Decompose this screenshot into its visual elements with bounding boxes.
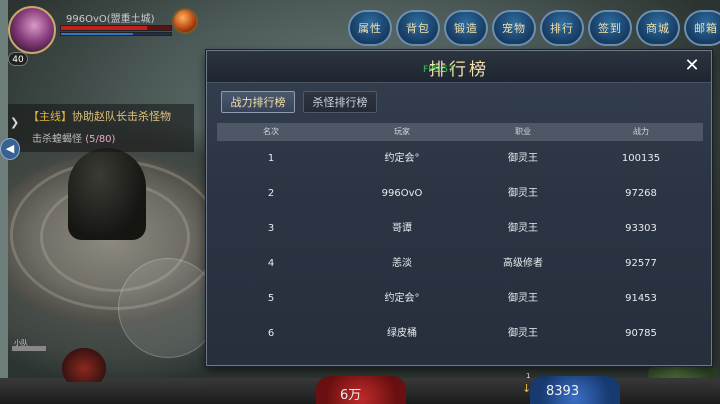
column-job: 职业	[515, 127, 531, 136]
player-name: 996OvO(盟重土城)	[66, 14, 155, 25]
player-cell: 恙淡	[392, 258, 412, 269]
power-cell: 92577	[625, 258, 657, 269]
small-badge: 1	[526, 372, 531, 380]
rank-cell: 4	[267, 258, 275, 269]
fps-counter: FPS:57	[423, 65, 454, 75]
team-hp-bar	[12, 346, 46, 351]
hp-bar-fill	[61, 26, 147, 30]
menu-button[interactable]: 排行	[540, 10, 584, 46]
quest-objective-text: 击杀蝗蝎怪	[32, 134, 82, 145]
player-cell: 996OvO	[381, 188, 423, 199]
tab-kill-rank[interactable]: 杀怪排行榜	[303, 91, 377, 113]
menu-button[interactable]: 锻造	[444, 10, 488, 46]
column-player: 玩家	[394, 127, 410, 136]
close-button[interactable]: ✕	[681, 55, 703, 77]
quest-tag: 【主线】	[28, 110, 72, 123]
enemy-figure	[62, 348, 106, 382]
side-expand-button[interactable]: ◀	[0, 138, 20, 160]
rank-panel: 排行榜 FPS:57 ✕ 战力排行榜 杀怪排行榜 名次 玩家 职业 战力 1 约定…	[206, 50, 712, 366]
rank-cell: 3	[267, 223, 275, 234]
rank-cell: 1	[267, 153, 275, 164]
rank-row[interactable]: 1 约定会° 御灵王 100135	[217, 141, 703, 176]
rank-panel-title: 排行榜	[429, 60, 489, 80]
menu-button[interactable]: 签到	[588, 10, 632, 46]
top-menu: 属性 背包 锻造 宠物 排行 签到 商城 邮箱	[348, 10, 720, 46]
menu-button[interactable]: 宠物	[492, 10, 536, 46]
job-cell: 御灵王	[508, 153, 538, 164]
player-level-badge: 40	[8, 52, 28, 66]
rank-row[interactable]: 5 约定会° 御灵王 91453	[217, 281, 703, 316]
mp-bar-fill	[61, 33, 133, 35]
rank-row[interactable]: 4 恙淡 高级修者 92577	[217, 246, 703, 281]
rank-table-header: 名次 玩家 职业 战力	[217, 123, 703, 141]
player-cell: 约定会°	[384, 293, 420, 304]
power-cell: 93303	[625, 223, 657, 234]
power-cell: 97268	[625, 188, 657, 199]
rank-cell: 5	[267, 293, 275, 304]
menu-button[interactable]: 商城	[636, 10, 680, 46]
player-cell: 绿皮桶	[387, 328, 417, 339]
statue	[68, 148, 146, 240]
tab-power-rank[interactable]: 战力排行榜	[221, 91, 295, 113]
quest-arrow-icon: ❯	[10, 116, 20, 129]
job-cell: 御灵王	[508, 188, 538, 199]
menu-button[interactable]: 邮箱	[684, 10, 720, 46]
mp-globe-value: 8393	[546, 384, 580, 399]
column-power: 战力	[633, 127, 649, 136]
scene-edge	[0, 0, 8, 404]
menu-button[interactable]: 背包	[396, 10, 440, 46]
rank-cell: 6	[267, 328, 275, 339]
quest-progress: (5/80)	[85, 134, 116, 145]
mp-bar	[60, 32, 172, 36]
player-avatar[interactable]	[8, 6, 56, 54]
power-cell: 100135	[621, 153, 661, 164]
job-cell: 高级修者	[503, 258, 543, 269]
fire-orb-icon[interactable]	[172, 8, 198, 34]
job-cell: 御灵王	[508, 293, 538, 304]
column-rank: 名次	[263, 127, 279, 136]
quest-title: 【主线】协助赵队长击杀怪物	[28, 108, 171, 124]
quest-title-text: 协助赵队长击杀怪物	[72, 110, 171, 123]
player-cell: 哥谭	[392, 223, 412, 234]
power-cell: 91453	[625, 293, 657, 304]
rank-cell: 2	[267, 188, 275, 199]
menu-button[interactable]: 属性	[348, 10, 392, 46]
player-cell: 约定会°	[384, 153, 420, 164]
job-cell: 御灵王	[508, 328, 538, 339]
rank-row[interactable]: 6 绿皮桶 御灵王 90785	[217, 316, 703, 351]
power-cell: 90785	[625, 328, 657, 339]
virtual-joystick[interactable]	[118, 258, 218, 358]
job-cell: 御灵王	[508, 223, 538, 234]
game-scene: 40 996OvO(盟重土城) 属性 背包 锻造 宠物 排行 签到 商城 邮箱 ❯ 【主线】协…	[0, 0, 720, 404]
rank-row[interactable]: 2 996OvO 御灵王 97268	[217, 176, 703, 211]
quest-objective: 击杀蝗蝎怪 (5/80)	[32, 130, 115, 145]
hp-bar	[60, 25, 172, 31]
rank-row[interactable]: 3 哥谭 御灵王 93303	[217, 211, 703, 246]
hp-globe-value: 6万	[340, 388, 362, 403]
